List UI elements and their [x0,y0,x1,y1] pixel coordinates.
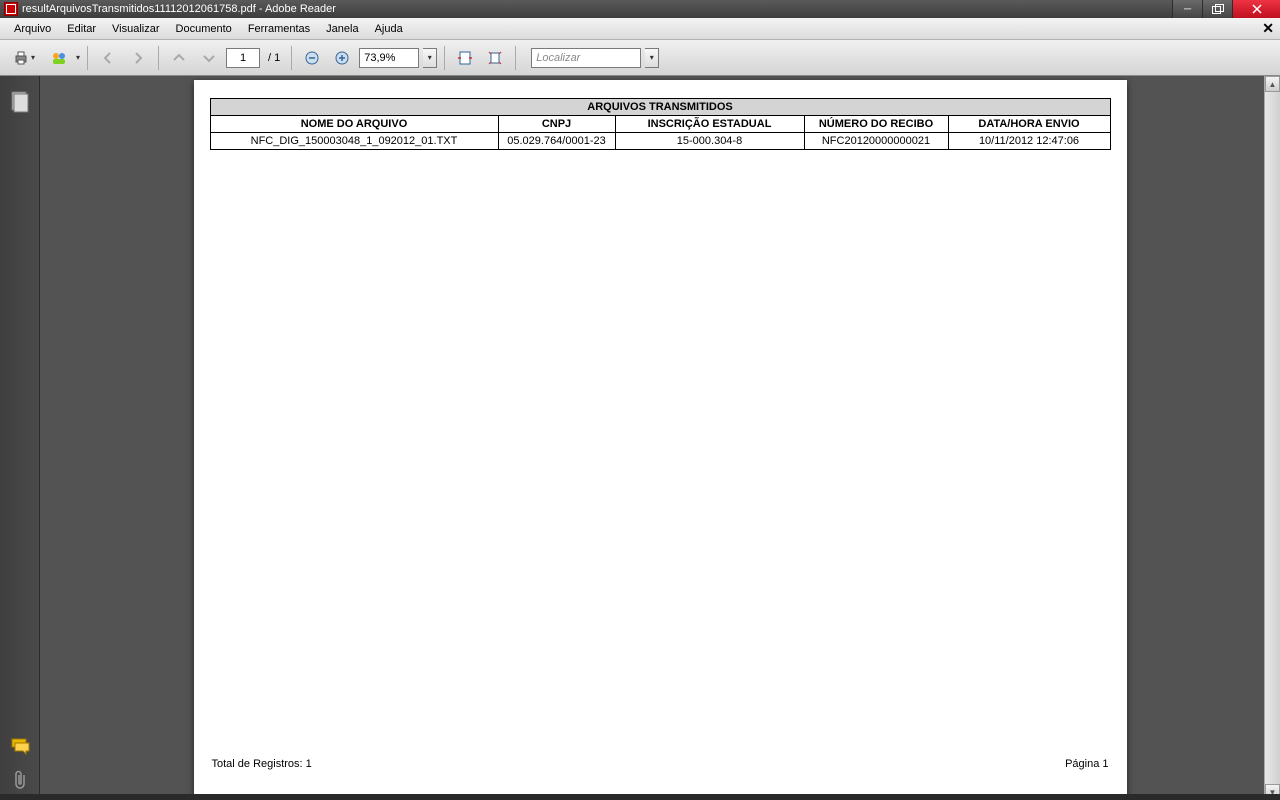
zoom-level[interactable]: 73,9% [359,48,419,68]
vertical-scrollbar[interactable]: ▲ ▼ [1264,76,1280,800]
find-dropdown[interactable]: ▾ [645,48,659,68]
fit-width-button[interactable] [452,45,478,71]
find-input[interactable]: Localizar [531,48,641,68]
toolbar-separator [444,46,445,70]
cell-cnpj: 05.029.764/0001-23 [498,133,615,150]
page-number-input[interactable] [226,48,260,68]
arquivos-table: ARQUIVOS TRANSMITIDOS NOME DO ARQUIVO CN… [210,98,1111,150]
page-down-button[interactable] [196,45,222,71]
fit-page-button[interactable] [482,45,508,71]
page-total: / 1 [268,52,280,64]
zoom-in-button[interactable] [329,45,355,71]
comments-panel-icon[interactable] [6,732,34,760]
menu-visualizar[interactable]: Visualizar [104,21,168,37]
table-row: NFC_DIG_150003048_1_092012_01.TXT 05.029… [210,133,1110,150]
toolbar-separator [87,46,88,70]
menubar: Arquivo Editar Visualizar Documento Ferr… [0,18,1280,40]
cell-inscricao: 15-000.304-8 [615,133,804,150]
toolbar-separator [515,46,516,70]
nav-back-button[interactable] [95,45,121,71]
zoom-value: 73,9% [364,52,395,64]
menu-editar[interactable]: Editar [59,21,104,37]
toolbar-separator [291,46,292,70]
zoom-out-button[interactable] [299,45,325,71]
footer-total: Total de Registros: 1 [212,758,312,770]
document-close-icon[interactable]: ✕ [1262,20,1274,37]
window-titlebar: resultArquivosTransmitidos11112012061758… [0,0,1280,18]
taskbar-edge [0,794,1280,800]
document-viewport[interactable]: ARQUIVOS TRANSMITIDOS NOME DO ARQUIVO CN… [40,76,1280,800]
col-recibo: NÚMERO DO RECIBO [804,116,948,133]
window-title: resultArquivosTransmitidos11112012061758… [22,3,336,15]
content-area: ARQUIVOS TRANSMITIDOS NOME DO ARQUIVO CN… [0,76,1280,800]
cell-datahora: 10/11/2012 12:47:06 [948,133,1110,150]
menu-arquivo[interactable]: Arquivo [6,21,59,37]
menu-ajuda[interactable]: Ajuda [367,21,411,37]
col-inscricao: INSCRIÇÃO ESTADUAL [615,116,804,133]
menu-documento[interactable]: Documento [168,21,240,37]
zoom-dropdown[interactable]: ▾ [423,48,437,68]
col-cnpj: CNPJ [498,116,615,133]
page-footer: Total de Registros: 1 Página 1 [212,758,1109,770]
toolbar: ▾ ▾ / 1 73,9% ▾ Localizar ▾ [0,40,1280,76]
navigation-panel [0,76,40,800]
cell-recibo: NFC20120000000021 [804,133,948,150]
page-up-button[interactable] [166,45,192,71]
attachments-panel-icon[interactable] [6,766,34,794]
menu-janela[interactable]: Janela [318,21,366,37]
nav-forward-button[interactable] [125,45,151,71]
print-button[interactable]: ▾ [6,45,42,71]
table-title: ARQUIVOS TRANSMITIDOS [210,99,1110,116]
collaborate-dropdown-icon[interactable]: ▾ [76,53,80,62]
col-datahora: DATA/HORA ENVIO [948,116,1110,133]
find-placeholder: Localizar [536,52,580,64]
col-nome: NOME DO ARQUIVO [210,116,498,133]
toolbar-separator [158,46,159,70]
footer-page: Página 1 [1065,758,1108,770]
pdf-page: ARQUIVOS TRANSMITIDOS NOME DO ARQUIVO CN… [194,80,1127,800]
menu-ferramentas[interactable]: Ferramentas [240,21,318,37]
maximize-button[interactable] [1202,0,1232,18]
close-button[interactable] [1232,0,1280,18]
scroll-up-icon[interactable]: ▲ [1265,76,1280,92]
minimize-button[interactable]: ─ [1172,0,1202,18]
cell-nome: NFC_DIG_150003048_1_092012_01.TXT [210,133,498,150]
collaborate-button[interactable] [46,45,72,71]
app-icon [4,2,18,16]
pages-panel-icon[interactable] [6,88,34,116]
